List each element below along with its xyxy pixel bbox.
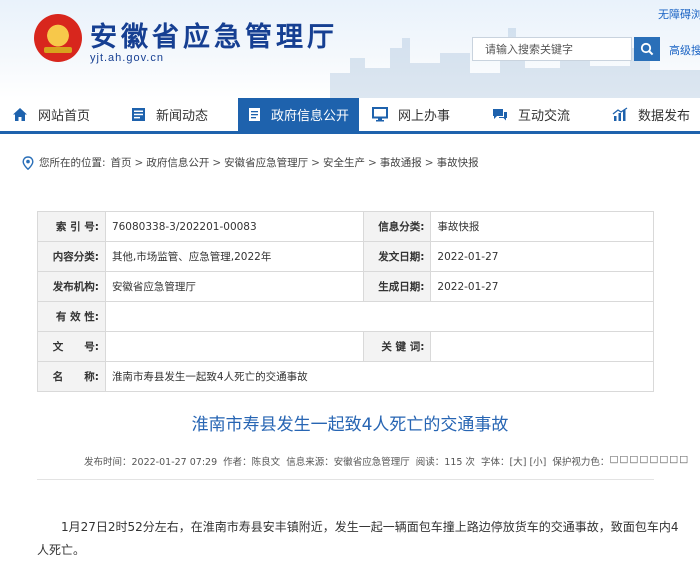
- accessibility-link[interactable]: 无障碍浏: [658, 6, 700, 22]
- nav-item-gov-info[interactable]: 政府信息公开: [238, 98, 360, 131]
- index-number-label: 索 引 号:: [37, 211, 106, 242]
- font-small-button[interactable]: [小]: [529, 454, 546, 468]
- breadcrumb: 您所在的位置: 首页 > 政府信息公开 > 安徽省应急管理厅 > 安全生产 > …: [22, 155, 479, 170]
- table-row: 发布机构: 安徽省应急管理厅 生成日期: 2022-01-27: [37, 271, 654, 302]
- view-count: 阅读：115 次: [415, 457, 475, 468]
- keywords-value: [430, 331, 654, 362]
- publisher-label: 发布机构:: [37, 271, 106, 302]
- nav-item-label: 新闻动态: [156, 109, 209, 124]
- monitor-icon: [372, 107, 388, 122]
- breadcrumb-separator: >: [134, 156, 144, 169]
- publisher-value: 安徽省应急管理厅: [104, 271, 364, 302]
- breadcrumb-prefix: 您所在的位置:: [39, 157, 106, 169]
- breadcrumb-separator: >: [367, 156, 377, 169]
- name-label: 名 称:: [37, 361, 106, 392]
- content-category-value: 其他,市场监管、应急管理,2022年: [104, 241, 364, 272]
- search-input[interactable]: [472, 37, 632, 61]
- article-meta: 发布时间：2022-01-27 07:29 作者：陈良文 信息来源：安徽省应急管…: [84, 454, 689, 468]
- breadcrumb-department[interactable]: 安徽省应急管理厅: [224, 155, 308, 170]
- chat-icon: [493, 109, 507, 121]
- table-row: 索 引 号: 76080338-3/202201-00083 信息分类: 事故快…: [37, 211, 654, 242]
- news-icon: [132, 108, 145, 121]
- content-category-label: 内容分类:: [37, 241, 106, 272]
- nav-item-news[interactable]: 新闻动态: [121, 98, 208, 131]
- table-row: 文 号: 关 键 词:: [37, 331, 654, 362]
- site-domain: yjt.ah.gov.cn: [90, 52, 164, 64]
- nav-item-label: 网上办事: [398, 109, 451, 124]
- document-info-table: 索 引 号: 76080338-3/202201-00083 信息分类: 事故快…: [37, 211, 655, 392]
- eye-care-label: 保护视力色：: [552, 457, 610, 468]
- created-date-label: 生成日期:: [362, 271, 432, 302]
- nav-item-label: 数据发布: [638, 109, 691, 124]
- location-pin-icon: [22, 155, 34, 170]
- breadcrumb-home[interactable]: 首页: [111, 155, 132, 170]
- info-category-value: 事故快报: [430, 211, 654, 242]
- nav-item-interaction[interactable]: 互动交流: [482, 98, 570, 131]
- table-row: 内容分类: 其他,市场监管、应急管理,2022年 发文日期: 2022-01-2…: [37, 241, 654, 272]
- issue-date-label: 发文日期:: [362, 241, 432, 272]
- doc-number-label: 文 号:: [37, 331, 106, 362]
- breadcrumb-gov-info[interactable]: 政府信息公开: [146, 155, 209, 170]
- site-header: 安徽省应急管理厅 yjt.ah.gov.cn 无障碍浏 高级搜: [0, 0, 700, 98]
- name-value: 淮南市寿县发生一起致4人死亡的交通事故: [104, 361, 655, 392]
- table-row: 名 称: 淮南市寿县发生一起致4人死亡的交通事故: [37, 361, 655, 392]
- author: 作者：陈良文: [223, 457, 281, 468]
- document-icon: [249, 108, 260, 121]
- nav-item-label: 政府信息公开: [271, 109, 350, 124]
- site-title[interactable]: 安徽省应急管理厅: [90, 15, 338, 54]
- doc-number-value: [104, 331, 364, 362]
- breadcrumb-accident-report[interactable]: 事故通报: [380, 155, 422, 170]
- breadcrumb-separator: >: [212, 156, 222, 169]
- search-icon: [640, 42, 654, 56]
- info-category-label: 信息分类:: [362, 211, 432, 242]
- main-nav: 网站首页 新闻动态 政府信息公开 网上办事 互动交流 数据发布: [0, 98, 700, 134]
- nav-item-label: 网站首页: [38, 109, 91, 124]
- index-number-value: 76080338-3/202201-00083: [104, 211, 364, 242]
- search-button[interactable]: [634, 37, 660, 61]
- keywords-label: 关 键 词:: [362, 331, 432, 362]
- eye-care-color-swatches[interactable]: □□□□□□□□: [609, 454, 689, 468]
- divider: [37, 479, 654, 480]
- validity-value: [104, 301, 655, 332]
- table-row: 有 效 性:: [37, 301, 655, 332]
- breadcrumb-safety[interactable]: 安全生产: [323, 155, 365, 170]
- article-title: 淮南市寿县发生一起致4人死亡的交通事故: [191, 415, 509, 435]
- chart-icon: [612, 107, 628, 121]
- advanced-search-link[interactable]: 高级搜: [669, 42, 700, 58]
- validity-label: 有 效 性:: [37, 301, 106, 332]
- home-icon: [13, 108, 27, 121]
- nav-item-home[interactable]: 网站首页: [2, 98, 90, 131]
- font-large-button[interactable]: [大]: [510, 454, 527, 468]
- created-date-value: 2022-01-27: [430, 271, 654, 302]
- issue-date-value: 2022-01-27: [430, 241, 654, 272]
- breadcrumb-separator: >: [311, 156, 320, 169]
- nav-item-label: 互动交流: [518, 109, 571, 124]
- article-body: 1月27日2时52分左右，在淮南市寿县安丰镇附近，发生一起一辆面包车撞上路边停放…: [37, 520, 679, 557]
- info-source: 信息来源：安徽省应急管理厅: [286, 457, 410, 468]
- breadcrumb-accident-flash[interactable]: 事故快报: [437, 155, 479, 170]
- nav-item-data-release[interactable]: 数据发布: [602, 98, 690, 131]
- breadcrumb-separator: >: [424, 156, 434, 169]
- publish-time: 发布时间：2022-01-27 07:29: [84, 457, 218, 468]
- nav-item-online-services[interactable]: 网上办事: [362, 98, 450, 131]
- font-size-label: 字体：: [480, 457, 510, 468]
- emblem-logo[interactable]: [34, 14, 82, 62]
